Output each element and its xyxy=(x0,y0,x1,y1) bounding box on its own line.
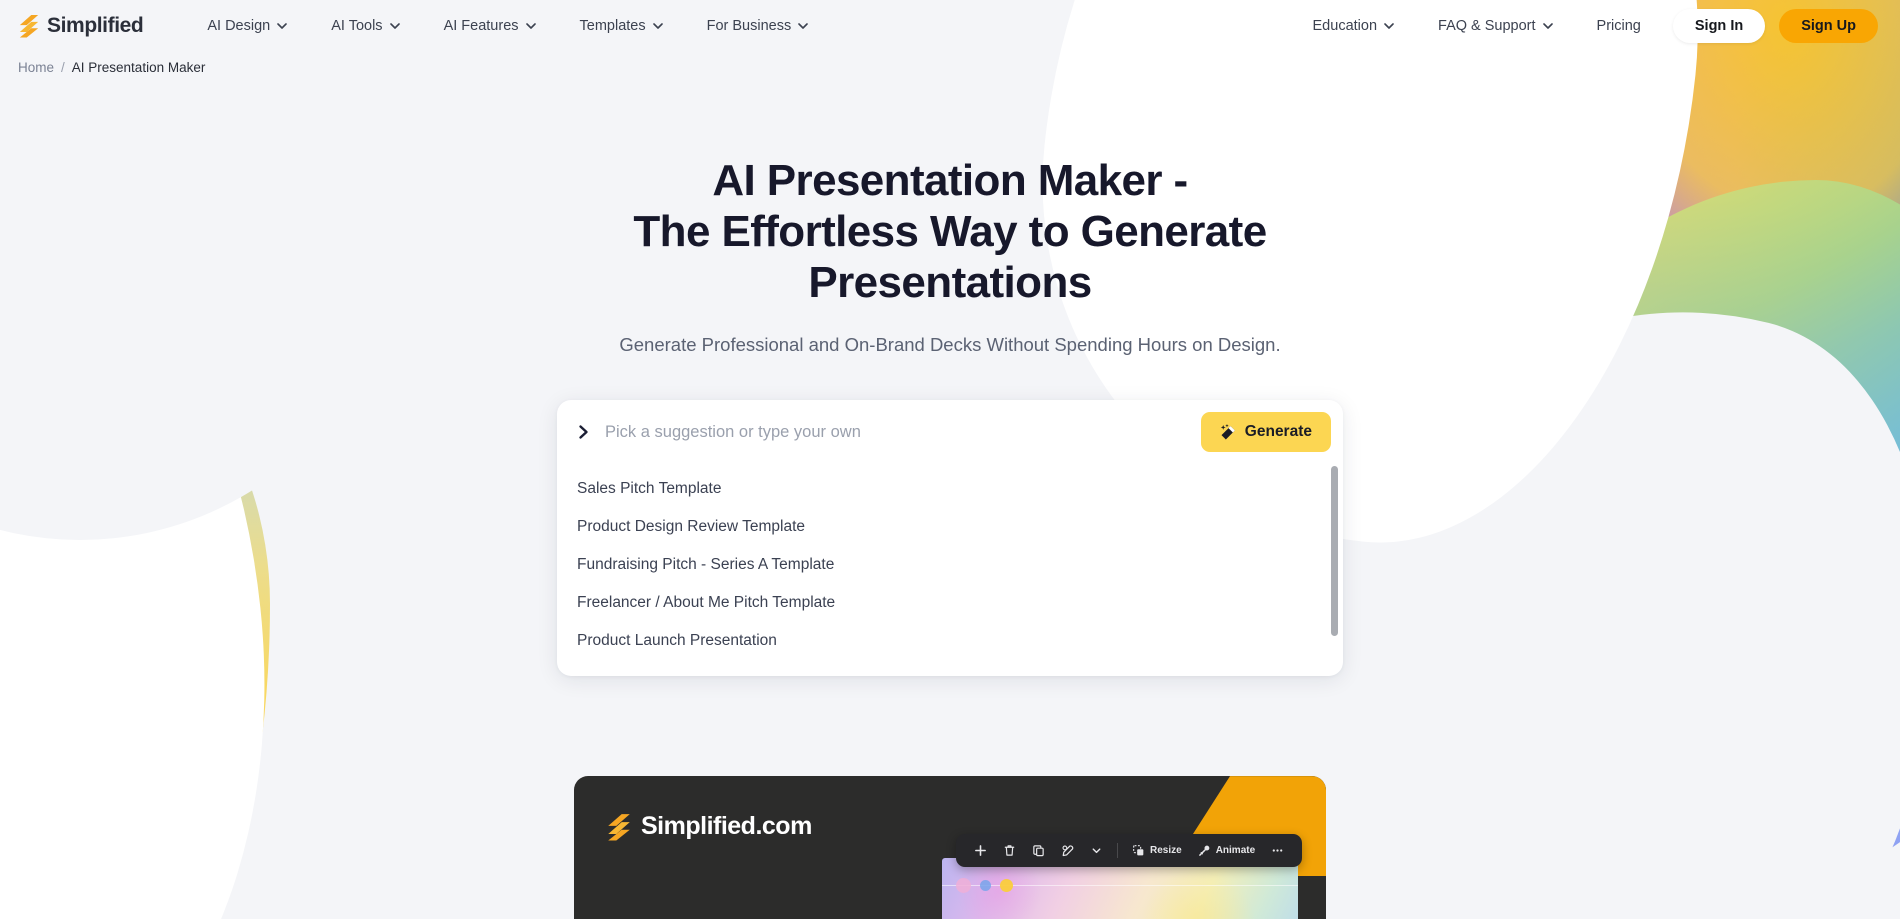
product-preview-wrapper: Simplified.com Resize Animate xyxy=(574,776,1326,919)
breadcrumb-home-link[interactable]: Home xyxy=(18,60,54,75)
canvas-dot xyxy=(956,878,971,894)
chevron-down-icon xyxy=(525,23,536,29)
editor-canvas-preview xyxy=(942,858,1298,919)
scrollbar-thumb[interactable] xyxy=(1331,466,1338,637)
nav-label: Pricing xyxy=(1596,18,1641,34)
generate-button-label: Generate xyxy=(1244,423,1312,441)
toolbar-animate-label: Animate xyxy=(1215,845,1256,857)
chevron-down-icon xyxy=(1092,848,1101,854)
canvas-color-dots xyxy=(956,878,1013,894)
nav-item-for-business[interactable]: For Business xyxy=(685,12,831,40)
toolbar-color-button[interactable] xyxy=(1053,841,1082,860)
toolbar-color-dropdown-button[interactable] xyxy=(1082,841,1111,860)
more-horizontal-icon xyxy=(1272,849,1283,852)
sign-up-button[interactable]: Sign Up xyxy=(1779,9,1878,43)
prompt-input[interactable] xyxy=(605,422,1201,442)
nav-label: Education xyxy=(1312,18,1378,34)
nav-label: AI Features xyxy=(443,18,519,34)
nav-item-education[interactable]: Education xyxy=(1291,12,1417,40)
suggestion-item[interactable]: Sales Pitch Template xyxy=(557,470,1343,508)
generate-button[interactable]: Generate xyxy=(1200,412,1331,453)
page-subtitle: Generate Professional and On-Brand Decks… xyxy=(619,334,1281,356)
suggestion-list: Sales Pitch Template Product Design Revi… xyxy=(557,464,1343,676)
toolbar-duplicate-button[interactable] xyxy=(1024,841,1053,860)
nav-item-ai-tools[interactable]: AI Tools xyxy=(309,12,421,40)
prompt-card: Generate Sales Pitch Template Product De… xyxy=(557,400,1343,677)
breadcrumb: Home / AI Presentation Maker xyxy=(0,52,1900,75)
secondary-nav: Education FAQ & Support Pricing Sign In … xyxy=(1291,9,1878,43)
nav-label: AI Tools xyxy=(331,18,383,34)
top-navigation-bar: Simplified AI Design AI Tools AI Feature… xyxy=(0,0,1900,52)
plus-icon xyxy=(975,845,986,857)
resize-icon xyxy=(1133,845,1144,856)
product-preview-card: Simplified.com Resize Animate xyxy=(574,776,1326,919)
chevron-right-icon xyxy=(579,425,588,439)
toolbar-more-button[interactable] xyxy=(1263,841,1292,860)
toolbar-resize-label: Resize xyxy=(1150,845,1182,857)
brand-logo[interactable]: Simplified xyxy=(18,14,144,38)
suggestion-item[interactable]: Freelancer / About Me Pitch Template xyxy=(557,584,1343,622)
toolbar-resize-button[interactable]: Resize xyxy=(1124,841,1190,860)
chevron-down-icon xyxy=(798,23,809,29)
suggestion-item[interactable]: Product Design Review Template xyxy=(557,508,1343,546)
nav-item-ai-features[interactable]: AI Features xyxy=(422,12,558,40)
simplified-bolt-logo-icon xyxy=(608,813,630,841)
nav-item-pricing[interactable]: Pricing xyxy=(1575,12,1663,40)
suggestion-list-scrollbar[interactable] xyxy=(1331,466,1338,670)
suggestion-item[interactable]: Product Launch Presentation xyxy=(557,622,1343,660)
nav-label: For Business xyxy=(706,18,792,34)
primary-nav: AI Design AI Tools AI Features Templates… xyxy=(185,12,830,40)
nav-label: FAQ & Support xyxy=(1438,18,1536,34)
chevron-down-icon xyxy=(652,23,663,29)
toolbar-delete-button[interactable] xyxy=(995,841,1024,860)
page-title-line-3: Presentations xyxy=(808,258,1092,308)
brand-name: Simplified xyxy=(47,14,144,37)
page-title: AI Presentation Maker - The Effortless W… xyxy=(0,155,1900,308)
gradient-blob-left xyxy=(0,300,270,919)
page-title-line-2: The Effortless Way to Generate xyxy=(633,207,1267,257)
prompt-input-row: Generate xyxy=(557,400,1343,464)
preview-brand-logo: Simplified.com xyxy=(606,812,812,841)
animate-icon xyxy=(1198,845,1210,856)
magic-wand-icon xyxy=(1220,423,1235,440)
hero-section: AI Presentation Maker - The Effortless W… xyxy=(0,75,1900,356)
editor-floating-toolbar: Resize Animate xyxy=(956,834,1303,868)
chevron-down-icon xyxy=(1384,23,1394,29)
eyedropper-icon xyxy=(1062,845,1074,857)
prompt-card-wrapper: Generate Sales Pitch Template Product De… xyxy=(557,400,1343,677)
canvas-dot xyxy=(980,880,991,892)
trash-icon xyxy=(1004,845,1015,856)
nav-label: Templates xyxy=(579,18,646,34)
chevron-down-icon xyxy=(389,23,400,29)
duplicate-icon xyxy=(1033,845,1044,857)
toolbar-divider xyxy=(1117,843,1118,859)
chevron-down-icon xyxy=(1542,23,1553,29)
nav-item-templates[interactable]: Templates xyxy=(558,12,685,40)
breadcrumb-separator: / xyxy=(61,60,65,75)
toolbar-animate-button[interactable]: Animate xyxy=(1190,841,1263,860)
suggestion-item[interactable]: Fundraising Pitch - Series A Template xyxy=(557,546,1343,584)
toolbar-add-button[interactable] xyxy=(966,841,995,860)
simplified-bolt-logo-icon xyxy=(19,15,39,38)
breadcrumb-current-page: AI Presentation Maker xyxy=(71,60,206,75)
nav-item-faq-support[interactable]: FAQ & Support xyxy=(1416,12,1575,40)
chevron-down-icon xyxy=(277,23,288,29)
preview-brand-label: Simplified.com xyxy=(641,812,812,841)
nav-label: AI Design xyxy=(207,18,271,34)
page-title-line-1: AI Presentation Maker - xyxy=(712,156,1188,205)
sign-in-button[interactable]: Sign In xyxy=(1672,9,1766,43)
nav-item-ai-design[interactable]: AI Design xyxy=(185,12,309,40)
canvas-dot xyxy=(1000,879,1013,893)
